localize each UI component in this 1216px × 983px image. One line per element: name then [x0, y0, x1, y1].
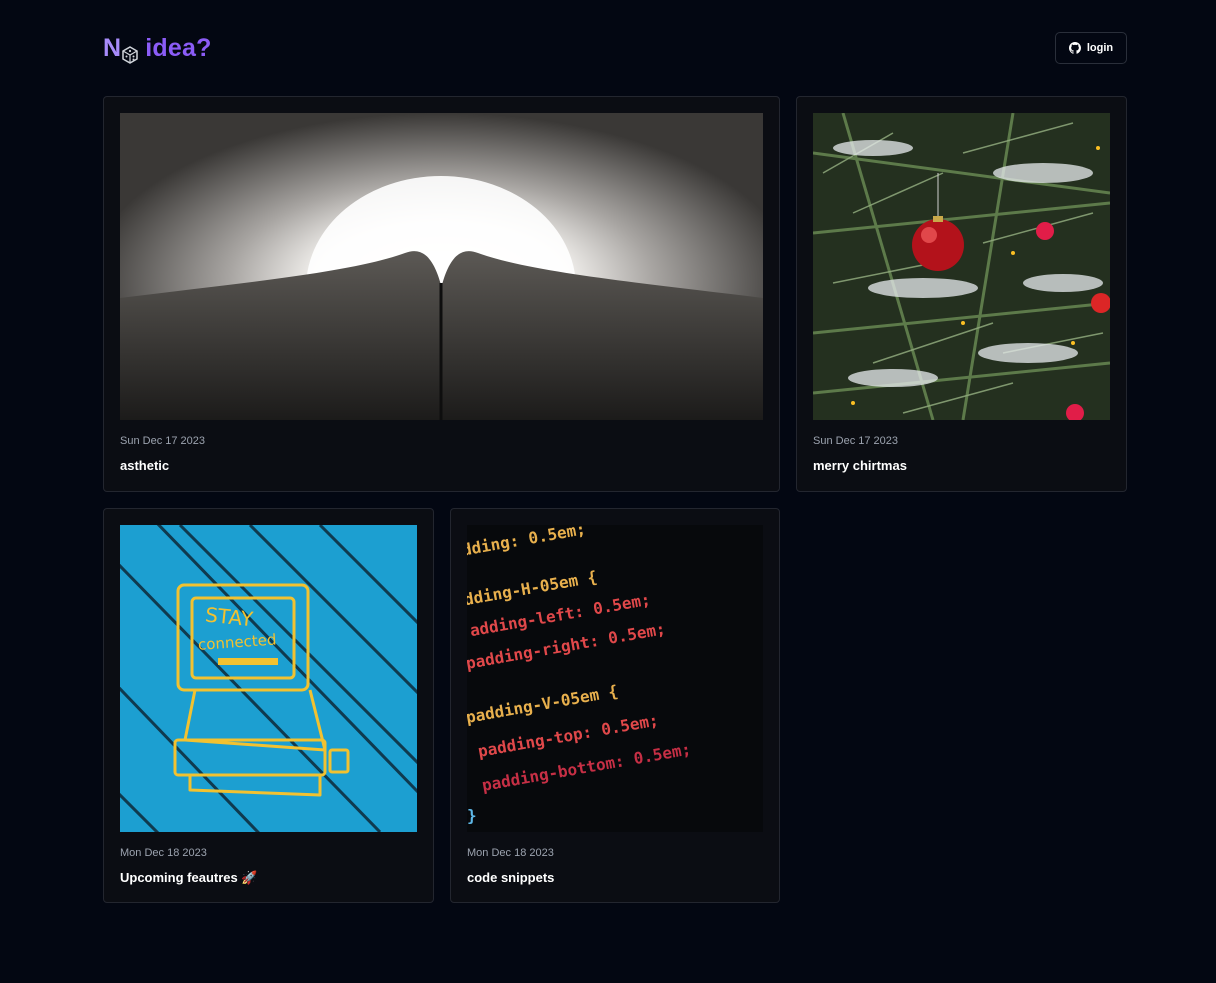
- post-date: Sun Dec 17 2023: [813, 435, 899, 447]
- post-image: [120, 113, 763, 420]
- site-logo[interactable]: N idea?: [103, 32, 212, 64]
- code-line: }: [467, 806, 477, 825]
- login-label: login: [1086, 42, 1114, 54]
- christmas-tree-ornament-photo: [813, 113, 1110, 420]
- stay-connected-graffiti-photo: STAY connected: [120, 525, 417, 832]
- logo-letter: N: [103, 33, 122, 62]
- post-image: dding: 0.5em; dding-H-05em { adding-left…: [467, 525, 763, 832]
- graffiti-line-1: STAY: [204, 602, 255, 631]
- post-date: Mon Dec 18 2023: [120, 847, 207, 859]
- post-card[interactable]: STAY connected Mon Dec 18 2023 Upcoming …: [103, 508, 434, 903]
- post-card[interactable]: dding: 0.5em; dding-H-05em { adding-left…: [450, 508, 780, 903]
- post-date: Sun Dec 17 2023: [120, 435, 206, 447]
- post-card[interactable]: Sun Dec 17 2023 asthetic: [103, 96, 780, 492]
- github-icon: [1068, 42, 1081, 54]
- login-button[interactable]: login: [1055, 32, 1127, 64]
- logo-text: idea?: [145, 33, 212, 62]
- post-date: Mon Dec 18 2023: [467, 847, 554, 859]
- post-image: [813, 113, 1110, 420]
- post-title: asthetic: [120, 458, 170, 473]
- post-title: Upcoming feautres 🚀: [120, 870, 258, 885]
- header: N idea? login: [103, 32, 1127, 64]
- post-title: code snippets: [467, 870, 555, 885]
- post-image: STAY connected: [120, 525, 417, 832]
- css-code-photo: dding: 0.5em; dding-H-05em { adding-left…: [467, 525, 763, 832]
- tunnel-light-photo: [120, 113, 763, 420]
- dice-icon: [122, 42, 139, 64]
- post-card[interactable]: Sun Dec 17 2023 merry chirtmas: [796, 96, 1127, 492]
- post-title: merry chirtmas: [813, 458, 907, 473]
